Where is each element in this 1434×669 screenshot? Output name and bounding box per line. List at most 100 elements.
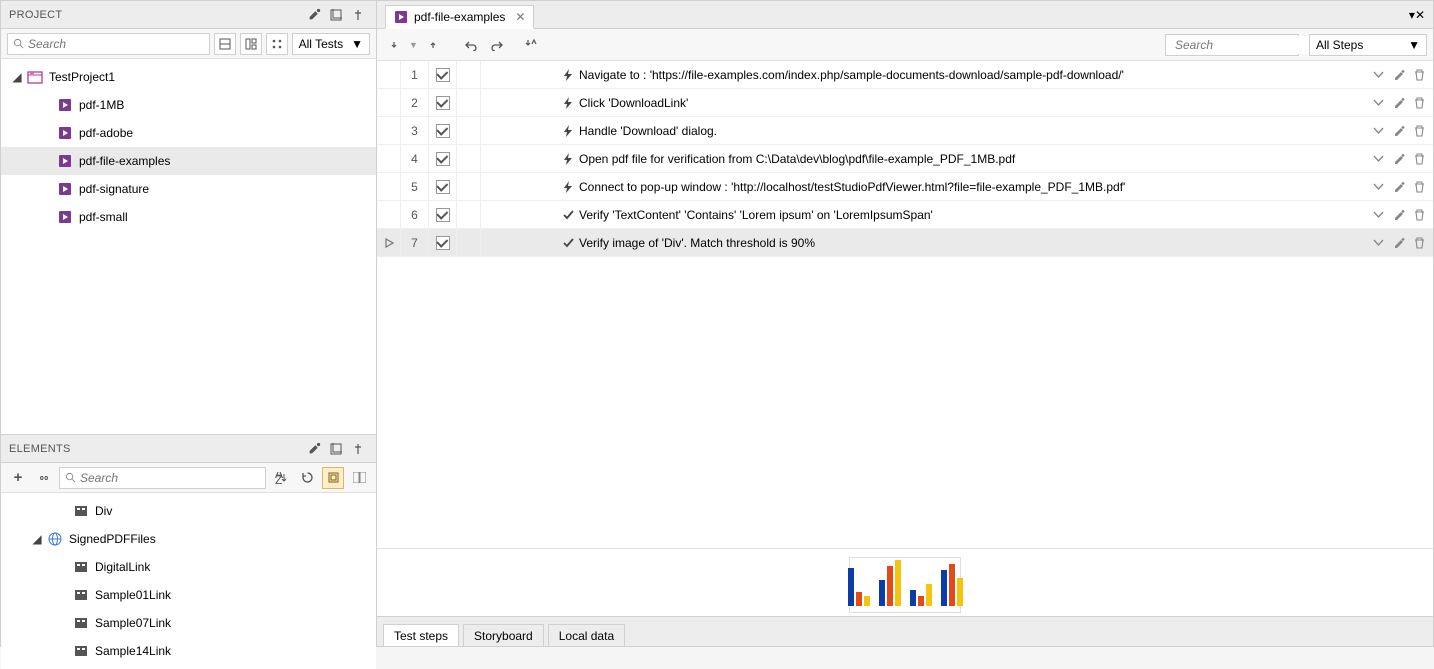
steps-filter-dropdown[interactable]: All Steps ▼ xyxy=(1309,34,1427,56)
link-button[interactable] xyxy=(33,467,55,489)
edit-step-button[interactable] xyxy=(1389,61,1411,88)
element-item[interactable]: Sample01Link xyxy=(1,581,376,609)
editor-tab[interactable]: pdf-file-examples ✕ xyxy=(385,5,534,29)
run-marker[interactable] xyxy=(377,201,401,228)
undo-button[interactable] xyxy=(460,34,482,56)
project-panel-title: PROJECT xyxy=(9,9,302,21)
pin-icon[interactable] xyxy=(348,439,368,459)
step-enabled-checkbox[interactable] xyxy=(429,201,457,228)
pencil-icon[interactable] xyxy=(304,439,324,459)
project-item[interactable]: pdf-file-examples xyxy=(1,147,376,175)
edit-step-button[interactable] xyxy=(1389,89,1411,116)
add-element-button[interactable]: + xyxy=(7,467,29,489)
project-item[interactable]: pdf-signature xyxy=(1,175,376,203)
step-row[interactable]: 1Navigate to : 'https://file-examples.co… xyxy=(377,61,1433,89)
run-marker[interactable] xyxy=(377,61,401,88)
editor-search[interactable] xyxy=(1165,34,1299,56)
expander-icon[interactable]: ◢ xyxy=(31,532,43,546)
step-row[interactable]: 5Connect to pop-up window : 'http://loca… xyxy=(377,173,1433,201)
layout-button[interactable] xyxy=(240,33,262,55)
run-marker[interactable] xyxy=(377,117,401,144)
elements-search-input[interactable] xyxy=(80,469,237,487)
redo-button[interactable] xyxy=(486,34,508,56)
view-mode-a[interactable] xyxy=(322,467,344,489)
expand-step-button[interactable] xyxy=(1367,145,1389,172)
edit-step-button[interactable] xyxy=(1389,229,1411,256)
collapse-button[interactable] xyxy=(214,33,236,55)
move-up-button[interactable] xyxy=(422,34,444,56)
elements-search[interactable] xyxy=(59,467,266,489)
step-row[interactable]: 2Click 'DownloadLink' xyxy=(377,89,1433,117)
record-step-button[interactable] xyxy=(520,34,542,56)
project-filter-dropdown[interactable]: All Tests ▼ xyxy=(292,33,370,55)
run-marker[interactable] xyxy=(377,173,401,200)
project-item[interactable]: pdf-1MB xyxy=(1,91,376,119)
expand-step-button[interactable] xyxy=(1367,117,1389,144)
dropdown-caret[interactable]: ▼ xyxy=(409,40,418,50)
dock-icon[interactable] xyxy=(326,439,346,459)
step-description: Click 'DownloadLink' xyxy=(577,89,1367,116)
edit-step-button[interactable] xyxy=(1389,173,1411,200)
project-search-input[interactable] xyxy=(28,35,185,53)
edit-step-button[interactable] xyxy=(1389,117,1411,144)
step-enabled-checkbox[interactable] xyxy=(429,89,457,116)
step-type-icon xyxy=(559,173,577,200)
step-row[interactable]: 6Verify 'TextContent' 'Contains' 'Lorem … xyxy=(377,201,1433,229)
delete-step-button[interactable] xyxy=(1411,173,1433,200)
pencil-icon[interactable] xyxy=(304,5,324,25)
delete-step-button[interactable] xyxy=(1411,117,1433,144)
step-enabled-checkbox[interactable] xyxy=(429,61,457,88)
delete-step-button[interactable] xyxy=(1411,229,1433,256)
pin-icon[interactable] xyxy=(348,5,368,25)
step-row[interactable]: 7Verify image of 'Div'. Match threshold … xyxy=(377,229,1433,257)
elements-tree: Div ◢ SignedPDFFiles DigitalLinkSample01… xyxy=(1,493,376,669)
step-enabled-checkbox[interactable] xyxy=(429,229,457,256)
tabstrip: pdf-file-examples ✕ ▾ ✕ xyxy=(377,1,1433,29)
view-mode-b[interactable] xyxy=(348,467,370,489)
step-enabled-checkbox[interactable] xyxy=(429,145,457,172)
project-item[interactable]: pdf-small xyxy=(1,203,376,231)
dock-icon[interactable] xyxy=(326,5,346,25)
element-item[interactable]: Sample07Link xyxy=(1,609,376,637)
expander-icon[interactable]: ◢ xyxy=(11,70,23,84)
delete-step-button[interactable] xyxy=(1411,89,1433,116)
element-item[interactable]: DigitalLink xyxy=(1,553,376,581)
sort-button[interactable]: AZ xyxy=(270,467,292,489)
element-item[interactable]: Div xyxy=(1,497,376,525)
step-enabled-checkbox[interactable] xyxy=(429,117,457,144)
move-down-button[interactable] xyxy=(383,34,405,56)
edit-step-button[interactable] xyxy=(1389,201,1411,228)
expand-step-button[interactable] xyxy=(1367,61,1389,88)
step-row[interactable]: 4Open pdf file for verification from C:\… xyxy=(377,145,1433,173)
project-item[interactable]: pdf-adobe xyxy=(1,119,376,147)
element-item[interactable]: Sample14Link xyxy=(1,637,376,665)
project-root[interactable]: ◢ TestProject1 xyxy=(1,63,376,91)
project-search[interactable] xyxy=(7,33,210,55)
refresh-button[interactable] xyxy=(296,467,318,489)
step-row[interactable]: 3Handle 'Download' dialog. xyxy=(377,117,1433,145)
expand-step-button[interactable] xyxy=(1367,201,1389,228)
expand-step-button[interactable] xyxy=(1367,89,1389,116)
run-marker[interactable] xyxy=(377,229,401,256)
step-enabled-checkbox[interactable] xyxy=(429,173,457,200)
element-group[interactable]: ◢ SignedPDFFiles xyxy=(1,525,376,553)
delete-step-button[interactable] xyxy=(1411,201,1433,228)
edit-step-button[interactable] xyxy=(1389,145,1411,172)
delete-step-button[interactable] xyxy=(1411,61,1433,88)
bottom-tab[interactable]: Storyboard xyxy=(463,624,544,646)
storyboard-thumb[interactable] xyxy=(849,557,961,613)
element-icon xyxy=(73,643,89,659)
bottom-tab[interactable]: Test steps xyxy=(383,624,459,646)
run-marker[interactable] xyxy=(377,89,401,116)
step-description: Navigate to : 'https://file-examples.com… xyxy=(577,61,1367,88)
step-type-icon xyxy=(559,229,577,256)
bottom-tabs: Test stepsStoryboardLocal data xyxy=(377,616,1433,646)
expand-step-button[interactable] xyxy=(1367,229,1389,256)
close-icon[interactable]: ✕ xyxy=(515,10,525,24)
expand-button[interactable] xyxy=(266,33,288,55)
tab-close-icon[interactable]: ✕ xyxy=(1415,8,1425,22)
delete-step-button[interactable] xyxy=(1411,145,1433,172)
bottom-tab[interactable]: Local data xyxy=(548,624,625,646)
expand-step-button[interactable] xyxy=(1367,173,1389,200)
run-marker[interactable] xyxy=(377,145,401,172)
